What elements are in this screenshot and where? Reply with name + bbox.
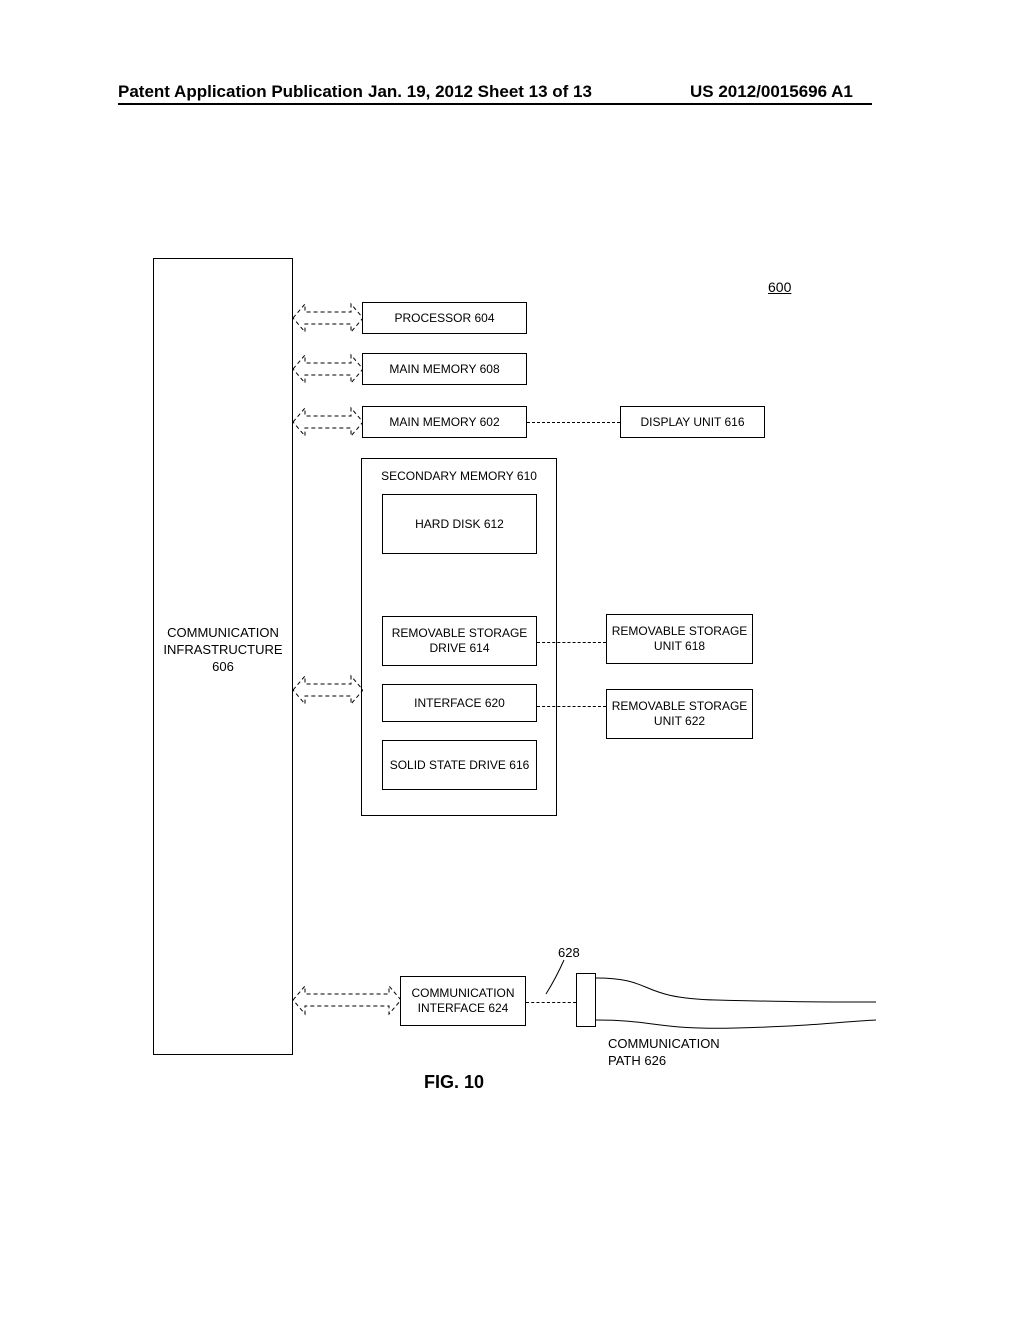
interface-620-box: INTERFACE 620 — [382, 684, 537, 722]
removable-storage-unit-618-label: REMOVABLE STORAGE UNIT 618 — [611, 624, 748, 654]
header-rule — [118, 103, 872, 105]
comm-path-line2: PATH 626 — [608, 1053, 666, 1068]
main-memory-608-box: MAIN MEMORY 608 — [362, 353, 527, 385]
header-center: Jan. 19, 2012 Sheet 13 of 13 — [368, 82, 592, 102]
hard-disk-label: HARD DISK 612 — [415, 517, 504, 532]
display-unit-label: DISPLAY UNIT 616 — [640, 415, 744, 430]
system-ref-600: 600 — [768, 279, 791, 295]
communication-path-lines — [596, 970, 876, 1040]
dashed-iface-rsu622 — [537, 706, 606, 707]
interface-620-label: INTERFACE 620 — [414, 696, 505, 711]
header-left: Patent Application Publication — [118, 82, 363, 102]
bus-arrow-mainmem602 — [293, 404, 363, 440]
dashed-rsd-rsu618 — [537, 642, 606, 643]
communication-path-label: COMMUNICATION PATH 626 — [608, 1036, 743, 1070]
comm-infrastructure-label: COMMUNICATION INFRASTRUCTURE 606 — [163, 625, 283, 676]
comm-path-line1: COMMUNICATION — [608, 1036, 720, 1051]
dashed-commif-port — [526, 1002, 576, 1003]
solid-state-drive-label: SOLID STATE DRIVE 616 — [390, 758, 530, 773]
removable-storage-drive-label: REMOVABLE STORAGE DRIVE 614 — [387, 626, 532, 656]
main-memory-602-label: MAIN MEMORY 602 — [389, 415, 499, 430]
page: Patent Application Publication Jan. 19, … — [0, 0, 1024, 1320]
removable-storage-drive-box: REMOVABLE STORAGE DRIVE 614 — [382, 616, 537, 666]
removable-storage-unit-622-box: REMOVABLE STORAGE UNIT 622 — [606, 689, 753, 739]
secondary-memory-title: SECONDARY MEMORY 610 — [361, 465, 557, 487]
hard-disk-box: HARD DISK 612 — [382, 494, 537, 554]
main-memory-608-label: MAIN MEMORY 608 — [389, 362, 499, 377]
comm-infra-line1: COMMUNICATION — [167, 625, 279, 640]
bus-arrow-commif — [293, 982, 401, 1018]
communication-interface-box: COMMUNICATION INTERFACE 624 — [400, 976, 526, 1026]
bus-arrow-processor — [293, 300, 363, 336]
dashed-mainmem-display — [527, 422, 620, 423]
bus-arrow-secmem — [293, 672, 363, 708]
removable-storage-unit-618-box: REMOVABLE STORAGE UNIT 618 — [606, 614, 753, 664]
secondary-memory-title-text: SECONDARY MEMORY 610 — [381, 469, 537, 484]
comm-infra-line2: INFRASTRUCTURE — [163, 642, 282, 657]
display-unit-box: DISPLAY UNIT 616 — [620, 406, 765, 438]
processor-box: PROCESSOR 604 — [362, 302, 527, 334]
comm-infra-line3: 606 — [212, 659, 234, 674]
header-pubno: US 2012/0015696 A1 — [690, 82, 853, 102]
communication-interface-label: COMMUNICATION INTERFACE 624 — [405, 986, 521, 1016]
figure-caption: FIG. 10 — [424, 1072, 484, 1093]
bus-arrow-mainmem608 — [293, 351, 363, 387]
solid-state-drive-box: SOLID STATE DRIVE 616 — [382, 740, 537, 790]
processor-label: PROCESSOR 604 — [394, 311, 494, 326]
main-memory-602-box: MAIN MEMORY 602 — [362, 406, 527, 438]
leader-628 — [540, 958, 580, 998]
port-box — [576, 973, 596, 1027]
removable-storage-unit-622-label: REMOVABLE STORAGE UNIT 622 — [611, 699, 748, 729]
